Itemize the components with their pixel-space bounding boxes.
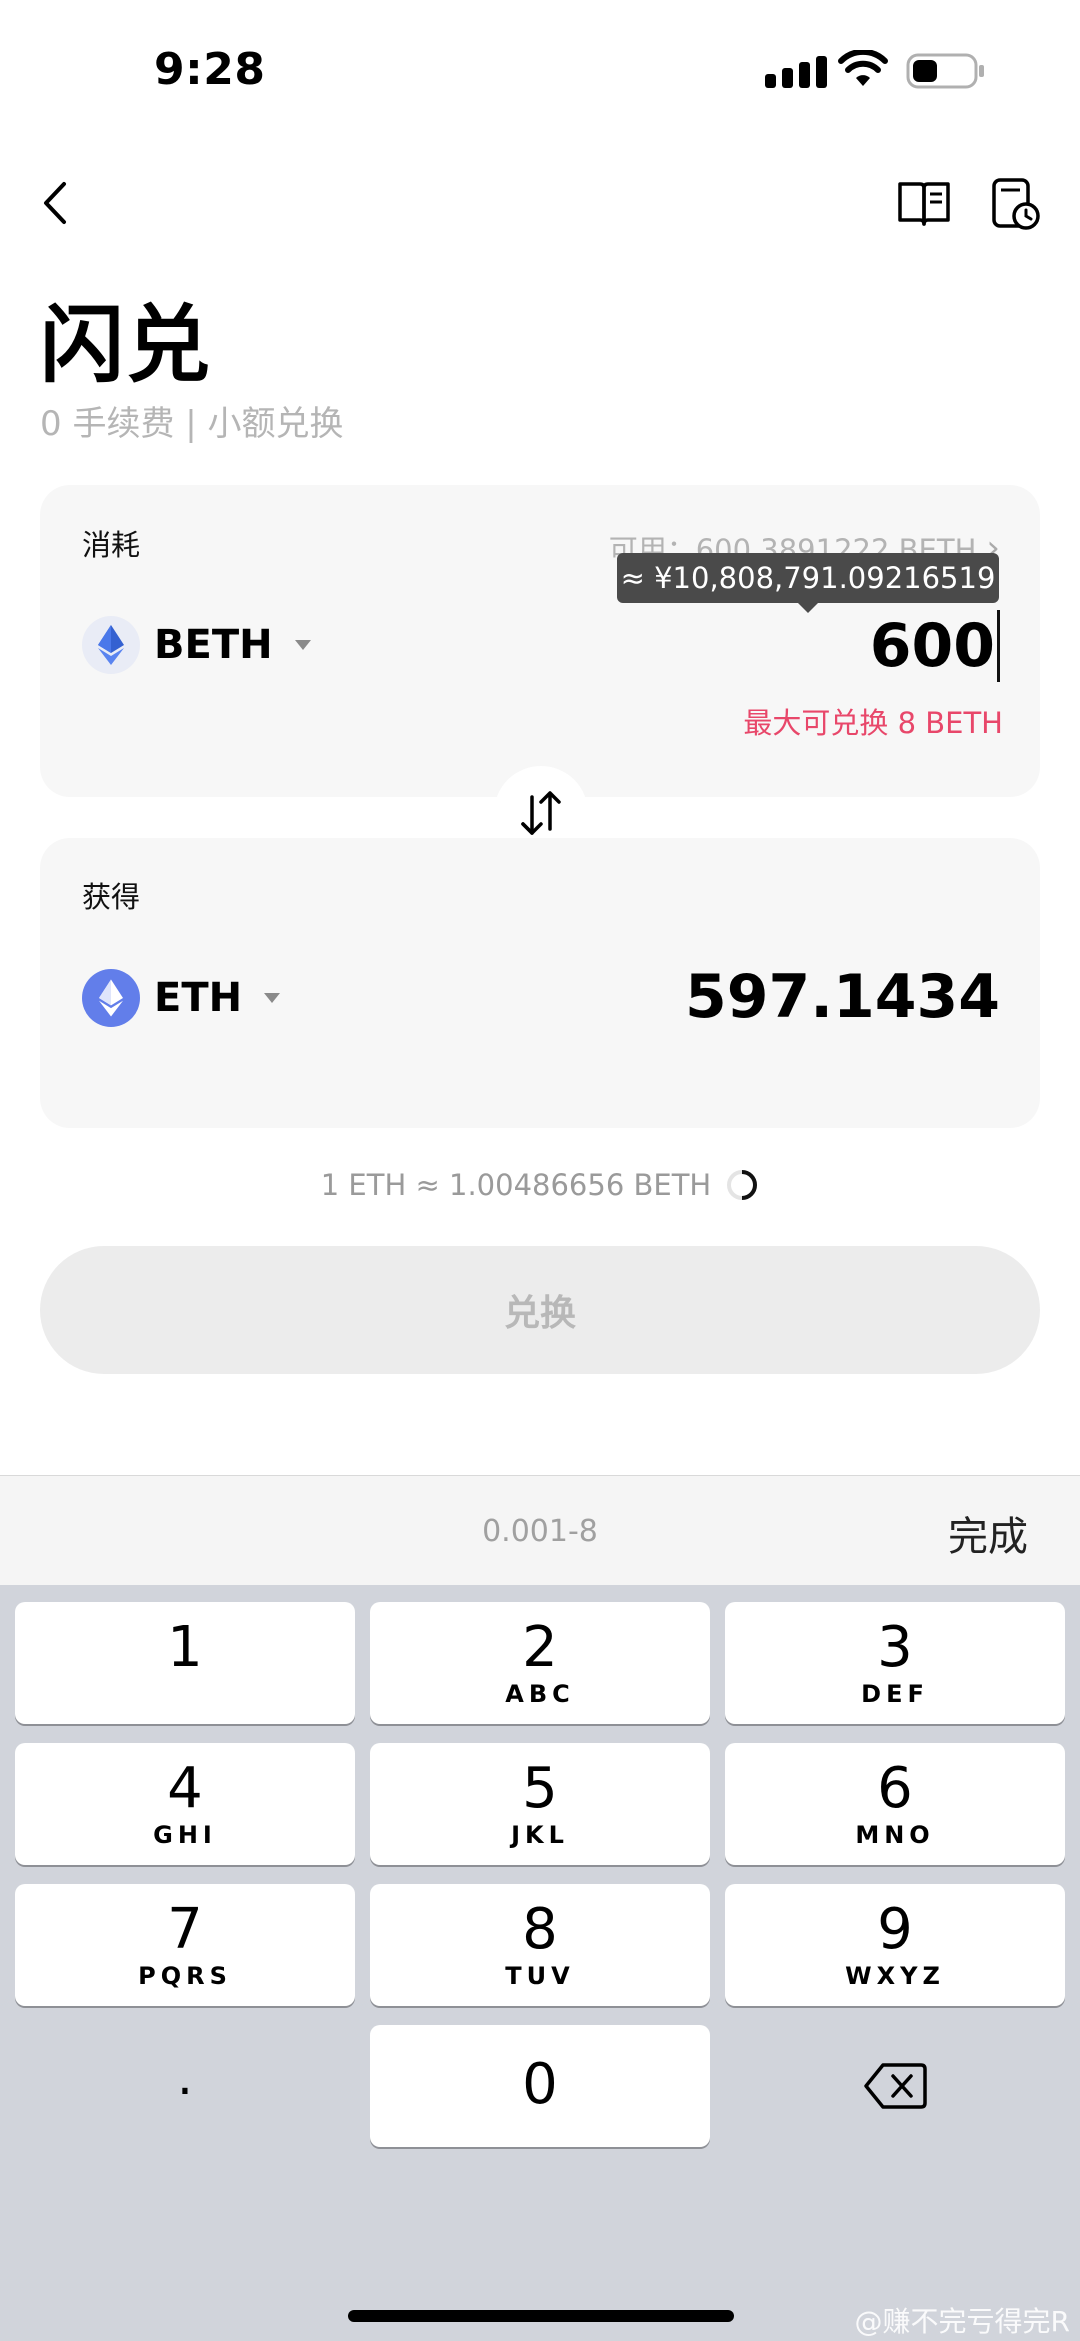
exchange-rate-text: 1 ETH ≈ 1.00486656 BETH <box>320 1168 712 1202</box>
page-subtitle: 0 手续费 | 小额兑换 <box>40 404 344 444</box>
back-icon[interactable] <box>36 178 76 228</box>
guide-book-icon[interactable] <box>896 178 952 228</box>
backspace-icon <box>864 2063 927 2109</box>
spend-coin-selector[interactable]: BETH <box>82 616 311 674</box>
key-decimal[interactable]: . <box>15 2025 355 2147</box>
key-5[interactable]: 5 JKL <box>370 1743 710 1865</box>
receive-coin-name: ETH <box>154 975 243 1021</box>
receive-amount: 597.1434 <box>684 962 1000 1032</box>
spend-amount-input[interactable]: 600 <box>870 610 1000 682</box>
key-3[interactable]: 3 DEF <box>725 1602 1065 1724</box>
spend-coin-name: BETH <box>154 622 273 668</box>
text-cursor <box>997 610 1000 682</box>
dropdown-caret-icon <box>264 993 281 1003</box>
status-time: 9:28 <box>154 44 266 95</box>
watermark-text: @赚不完亏得完R <box>854 2305 1070 2338</box>
exchange-rate-row: 1 ETH ≈ 1.00486656 BETH <box>0 1168 1080 1202</box>
wifi-icon <box>838 50 888 86</box>
numeric-keypad: 1 2 ABC 3 DEF 4 GHI 5 JKL 6 MNO 7 PQRS 8 TUV 9W… <box>0 1585 1080 2341</box>
order-history-icon[interactable] <box>990 176 1042 232</box>
key-backspace[interactable] <box>725 2025 1065 2147</box>
fiat-value-tooltip: ≈ ¥10,808,791.09216519 <box>617 553 999 613</box>
key-0[interactable]: 0 <box>370 2025 710 2147</box>
swap-arrows-icon <box>521 791 561 835</box>
eth-coin-icon <box>82 969 140 1027</box>
key-2[interactable]: 2 ABC <box>370 1602 710 1724</box>
battery-icon <box>906 53 984 89</box>
key-8[interactable]: 8 TUV <box>370 1884 710 2006</box>
refresh-countdown-icon <box>727 1170 758 1200</box>
spend-label: 消耗 <box>82 528 141 562</box>
key-4[interactable]: 4 GHI <box>15 1743 355 1865</box>
receive-coin-selector[interactable]: ETH <box>82 969 281 1027</box>
keyboard-done-button[interactable]: 完成 <box>948 1504 1028 1562</box>
page-title: 闪兑 <box>40 296 213 394</box>
key-7[interactable]: 7 PQRS <box>15 1884 355 2006</box>
receive-label: 获得 <box>82 880 141 914</box>
beth-coin-icon <box>82 616 140 674</box>
dropdown-caret-icon <box>294 640 311 650</box>
home-indicator[interactable] <box>348 2310 734 2322</box>
exchange-button[interactable]: 兑换 <box>40 1246 1040 1374</box>
spend-amount-value: 600 <box>869 611 995 681</box>
key-9[interactable]: 9 WXYZ <box>725 1884 1065 2006</box>
amount-range-hint: 0.001-8 <box>482 1514 598 1549</box>
cellular-signal-icon <box>765 56 827 88</box>
max-exchange-warning: 最大可兑换 8 BETH <box>743 706 1003 740</box>
key-6[interactable]: 6 MNO <box>725 1743 1065 1865</box>
key-1[interactable]: 1 <box>15 1602 355 1724</box>
